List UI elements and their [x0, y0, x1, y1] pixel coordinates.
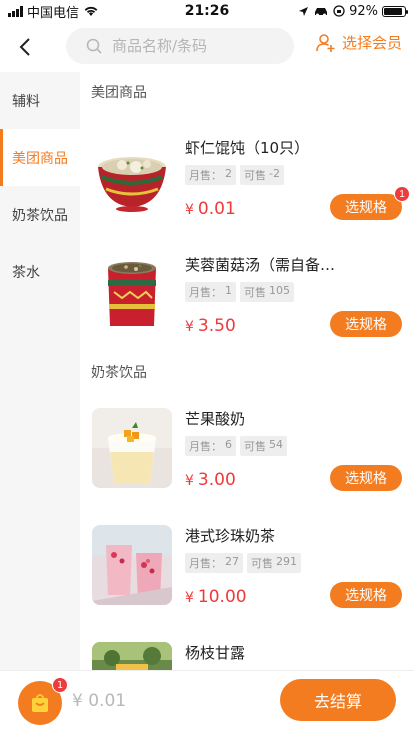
- search-bar[interactable]: [66, 28, 294, 64]
- cart-count-badge: 1: [52, 677, 68, 693]
- section-title: 美团商品: [91, 85, 147, 101]
- sidebar-item-label: 奶茶饮品: [12, 207, 68, 224]
- status-bar: 中国电信 21:26 92%: [0, 0, 414, 22]
- checkout-button[interactable]: 去结算: [280, 679, 396, 721]
- product-name: 港式珍珠奶茶: [185, 527, 276, 545]
- product-image-mango-yogurt: [92, 408, 172, 488]
- product-image-wonton: [92, 137, 172, 217]
- select-spec-button[interactable]: 选规格 1: [330, 186, 410, 220]
- select-spec-button[interactable]: 选规格: [330, 465, 402, 491]
- sidebar-item-label: 茶水: [12, 264, 40, 281]
- monthly-sales-tag: 月售： 2: [185, 165, 236, 185]
- product-item[interactable]: 芙蓉菌菇汤（需自备… 月售： 1 可售 105 ¥3.50 选规格: [92, 254, 402, 337]
- sidebar-item-label: 美团商品: [12, 150, 68, 167]
- sidebar-item-meituan[interactable]: 美团商品: [0, 129, 80, 186]
- product-price: ¥10.00: [185, 587, 247, 607]
- product-item[interactable]: 虾仁馄饨（10只） 月售： 2 可售 -2 ¥0.01 选规格 1: [92, 137, 410, 220]
- cart-button[interactable]: 1: [18, 677, 68, 725]
- select-spec-label: 选规格: [345, 587, 387, 603]
- category-sidebar: 辅料 美团商品 奶茶饮品 茶水: [0, 72, 80, 672]
- product-list: 美团商品 虾仁馄饨（10只） 月售： 2 可售 -2 ¥0.01 选规格 1 芙…: [80, 72, 414, 670]
- select-member-label: 选择会员: [341, 34, 402, 52]
- search-input[interactable]: [112, 37, 282, 55]
- product-image-pearl-milk-tea: [92, 525, 172, 605]
- stock-tag: 可售 105: [240, 282, 294, 302]
- product-image-mango-pomelo-sago: [92, 642, 172, 670]
- search-icon: [86, 38, 102, 54]
- monthly-sales-tag: 月售： 1: [185, 282, 236, 302]
- sidebar-item-label: 辅料: [12, 93, 40, 110]
- wifi-icon: [84, 6, 98, 16]
- product-price: ¥3.50: [185, 316, 236, 336]
- select-member-button[interactable]: 选择会员: [316, 32, 402, 53]
- sidebar-item-tea[interactable]: 茶水: [0, 243, 80, 300]
- product-name: 杨枝甘露: [185, 644, 246, 662]
- product-image-mushroom-soup: [92, 254, 172, 334]
- stock-tag: 可售 -2: [240, 165, 284, 185]
- select-spec-label: 选规格: [345, 470, 387, 486]
- sidebar-item-auxiliary[interactable]: 辅料: [0, 72, 80, 129]
- product-price: ¥3.00: [185, 470, 236, 490]
- chevron-left-icon: [19, 38, 30, 56]
- sidebar-item-milk-tea[interactable]: 奶茶饮品: [0, 186, 80, 243]
- product-price: ¥0.01: [185, 199, 236, 219]
- stock-tag: 可售 291: [247, 553, 301, 573]
- back-button[interactable]: [0, 22, 50, 72]
- cart-total: ¥ 0.01: [72, 691, 127, 711]
- monthly-sales-tag: 月售： 6: [185, 436, 236, 456]
- monthly-sales-tag: 月售： 27: [185, 553, 243, 573]
- product-item[interactable]: 芒果酸奶 月售： 6 可售 54 ¥3.00 选规格: [92, 408, 402, 491]
- battery-icon: [382, 5, 408, 17]
- product-name: 芒果酸奶: [185, 410, 246, 428]
- car-icon: [315, 7, 328, 16]
- cart-bar: 1 ¥ 0.01 去结算: [0, 670, 414, 736]
- product-item[interactable]: 杨枝甘露: [92, 642, 402, 670]
- user-add-icon: [316, 33, 335, 52]
- carrier-label: 中国电信: [27, 5, 80, 21]
- signal-icon: [8, 5, 23, 17]
- select-spec-button[interactable]: 选规格: [330, 582, 402, 608]
- product-item[interactable]: 港式珍珠奶茶 月售： 27 可售 291 ¥10.00 选规格: [92, 525, 402, 608]
- select-spec-label: 选规格: [345, 199, 387, 215]
- checkout-label: 去结算: [313, 694, 362, 711]
- header: 选择会员: [0, 22, 414, 72]
- select-spec-button[interactable]: 选规格: [330, 311, 402, 337]
- product-name: 虾仁馄饨（10只）: [185, 139, 310, 157]
- stock-tag: 可售 54: [240, 436, 287, 456]
- product-name: 芙蓉菌菇汤（需自备…: [185, 256, 336, 274]
- quantity-badge: 1: [394, 186, 410, 202]
- orientation-lock-icon: [333, 5, 345, 17]
- battery-percent: 92%: [349, 3, 378, 19]
- location-arrow-icon: [299, 6, 309, 16]
- select-spec-label: 选规格: [345, 316, 387, 332]
- shopping-bag-icon: [32, 694, 48, 712]
- section-title: 奶茶饮品: [91, 365, 147, 381]
